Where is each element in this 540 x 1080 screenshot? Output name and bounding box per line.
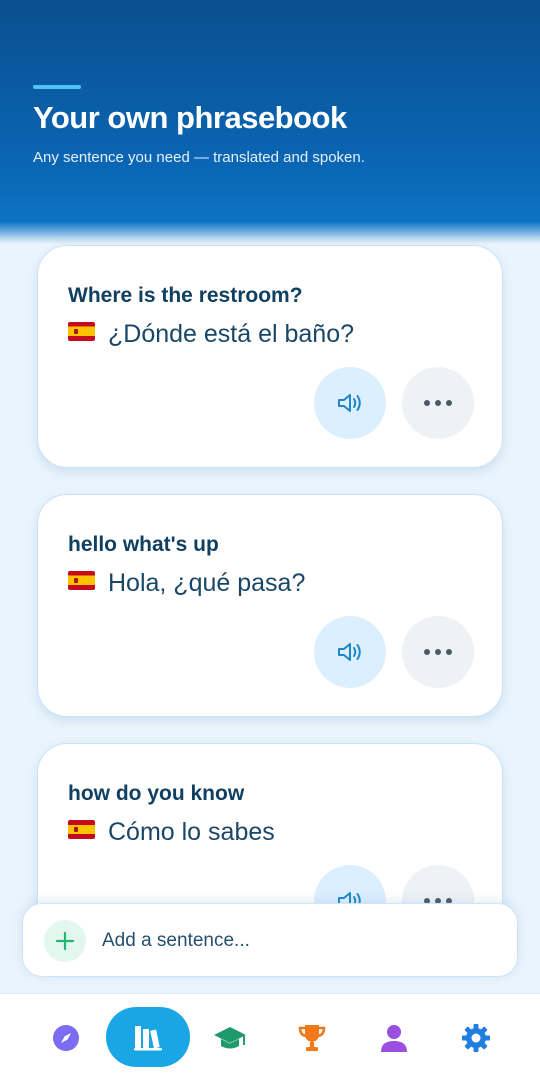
phrase-translation: ¿Dónde está el baño? (108, 320, 355, 348)
speak-button[interactable] (314, 367, 386, 439)
header-accent-line (33, 85, 81, 89)
books-icon (134, 1026, 162, 1051)
phrase-english: hello what's up (68, 533, 219, 556)
nav-achievements[interactable] (284, 1010, 340, 1066)
nav-explore[interactable] (38, 1010, 94, 1066)
add-sentence-input[interactable]: Add a sentence... (102, 930, 250, 952)
phrase-english: Where is the restroom? (68, 284, 303, 307)
add-plus-icon[interactable] (44, 920, 86, 962)
nav-profile[interactable] (366, 1010, 422, 1066)
nav-settings[interactable] (448, 1010, 504, 1066)
compass-icon (53, 1025, 79, 1051)
speak-button[interactable] (314, 616, 386, 688)
more-dots-icon (424, 649, 452, 655)
trophy-icon (298, 1025, 326, 1051)
phrase-card[interactable]: Where is the restroom? ¿Dónde está el ba… (37, 245, 503, 468)
header-fade (0, 222, 540, 244)
phrase-card[interactable]: hello what's up Hola, ¿qué pasa? (37, 494, 503, 717)
more-dots-icon (424, 400, 452, 406)
settings-gear-icon (462, 1024, 490, 1052)
more-options-button[interactable] (402, 616, 474, 688)
more-options-button[interactable] (402, 367, 474, 439)
page-title: Your own phrasebook (33, 100, 347, 135)
spain-flag-icon (68, 322, 95, 341)
header: Your own phrasebook Any sentence you nee… (0, 0, 540, 236)
nav-learn[interactable] (202, 1010, 258, 1066)
spain-flag-icon (68, 571, 95, 590)
add-sentence-bar[interactable]: Add a sentence... (22, 903, 518, 977)
nav-phrasebook[interactable] (106, 1007, 190, 1067)
graduation-cap-icon (214, 1027, 246, 1049)
phrase-english: how do you know (68, 782, 245, 805)
speaker-icon (338, 394, 361, 412)
speaker-icon (338, 643, 361, 661)
profile-icon (381, 1025, 407, 1052)
phrase-translation: Cómo lo sabes (108, 818, 275, 846)
spain-flag-icon (68, 820, 95, 839)
phrase-translation: Hola, ¿qué pasa? (108, 569, 306, 597)
page-subtitle: Any sentence you need — translated and s… (33, 149, 365, 166)
bottom-nav (0, 993, 540, 1080)
